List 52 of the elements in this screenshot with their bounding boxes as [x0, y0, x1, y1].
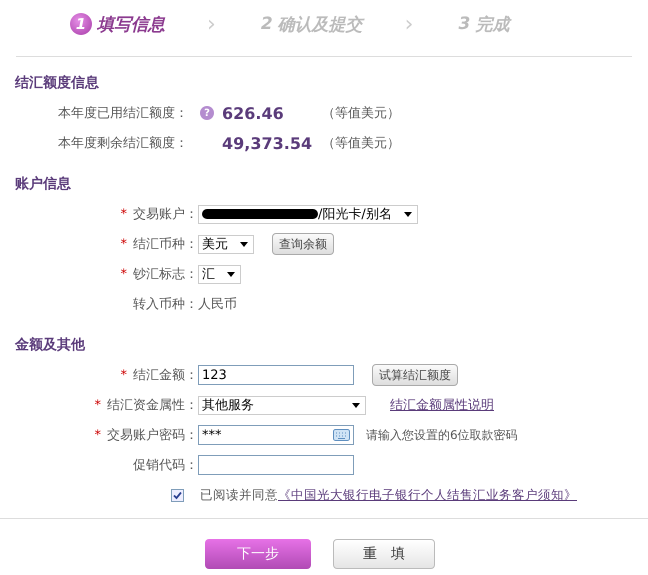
unit-label: （等值美元）: [322, 135, 400, 152]
agreement-text: 已阅读并同意: [200, 486, 278, 504]
terms-link[interactable]: 《中国光大银行电子银行个人结售汇业务客户须知》: [278, 486, 577, 504]
reset-button[interactable]: 重 填: [333, 539, 435, 569]
field-value: 人民币: [198, 296, 237, 313]
field-label: 结汇资金属性：: [107, 397, 198, 414]
field-label: 交易账户密码：: [107, 427, 198, 444]
hint-text: 请输入您设置的6位取款密码: [366, 426, 518, 444]
info-link[interactable]: 结汇金额属性说明: [390, 396, 494, 414]
required-mark: *: [120, 368, 127, 382]
step-label: 完成: [475, 12, 510, 36]
step-number: 3: [458, 14, 470, 34]
step-label: 填写信息: [97, 14, 165, 36]
field-label: 转入币种：: [133, 296, 198, 313]
required-mark: *: [94, 398, 101, 412]
section-heading: 金额及其他: [15, 336, 86, 354]
quota-value: 49,373.54: [222, 134, 314, 152]
unit-label: （等值美元）: [322, 105, 400, 122]
required-mark: *: [120, 206, 127, 222]
section-heading: 账户信息: [15, 175, 72, 193]
caret-icon: [227, 272, 235, 276]
field-label: 钞汇标志：: [133, 266, 198, 283]
step-separator: ›: [207, 12, 216, 36]
quota-value: 626.46: [222, 104, 285, 122]
step-separator: ›: [404, 12, 414, 36]
input-field[interactable]: [198, 455, 354, 475]
dropdown[interactable]: 其他服务: [198, 396, 366, 414]
query-button[interactable]: 查询余额: [272, 233, 334, 255]
required-mark: *: [94, 428, 101, 442]
password-field[interactable]: ***: [198, 425, 354, 445]
dropdown[interactable]: /阳光卡/别名: [198, 204, 418, 224]
field-label: 促销代码：: [133, 457, 198, 474]
field-label: 结汇币种：: [133, 236, 198, 253]
checkbox[interactable]: [171, 488, 184, 502]
input-field[interactable]: 123: [198, 365, 354, 385]
step-label: 确认及提交: [278, 14, 363, 36]
field-label: 本年度剩余结汇额度：: [58, 135, 189, 152]
dropdown[interactable]: 美元: [198, 234, 254, 254]
required-mark: *: [120, 266, 127, 282]
field-label: 结汇金额：: [133, 367, 198, 384]
caret-icon: [352, 402, 360, 408]
dropdown[interactable]: 汇: [198, 264, 241, 284]
step-number: 1: [70, 13, 92, 35]
section-heading: 结汇额度信息: [15, 74, 100, 92]
keyboard-icon[interactable]: [333, 429, 350, 441]
query-button[interactable]: 试算结汇额度: [372, 364, 458, 386]
step-number: 2: [260, 14, 273, 34]
required-mark: *: [120, 236, 127, 252]
caret-icon: [404, 212, 412, 216]
field-label: 交易账户：: [133, 206, 198, 223]
field-label: 本年度已用结汇额度：: [58, 105, 189, 122]
caret-icon: [240, 242, 248, 246]
